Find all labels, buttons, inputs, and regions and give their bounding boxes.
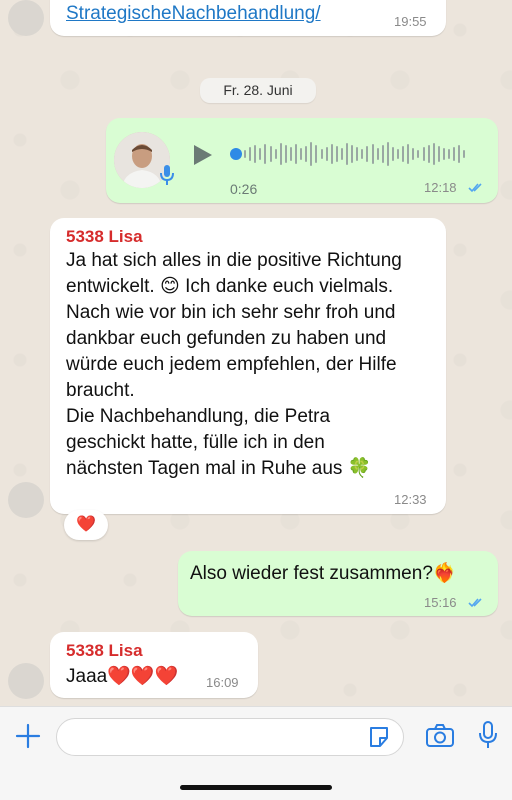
message-bubble-lisa[interactable]: 5338 Lisa Ja hat sich alles in die posit… [50, 218, 446, 514]
waveform-bar [366, 146, 369, 162]
waveform-bar [264, 144, 267, 164]
waveform-bar [432, 143, 435, 165]
waveform-bar [315, 145, 318, 163]
sender-avatar[interactable] [8, 663, 44, 699]
message-time: 19:55 [394, 14, 427, 29]
message-bubble-lisa-short[interactable]: 5338 Lisa Jaaa❤️❤️❤️ 16:09 [50, 632, 258, 698]
waveform-bar [381, 145, 384, 163]
message-time: 15:16 [424, 595, 457, 610]
waveform-bar [249, 147, 252, 161]
waveform-bar [254, 145, 257, 163]
plus-icon[interactable] [15, 723, 41, 749]
play-icon[interactable] [192, 143, 214, 167]
waveform-bar [279, 143, 282, 165]
message-bubble-outgoing[interactable]: Also wieder fest zusammen?❤️‍🔥 15:16 [178, 551, 498, 616]
message-time: 16:09 [206, 675, 239, 690]
waveform-bar [361, 149, 364, 159]
waveform-bar [325, 147, 328, 161]
waveform-bar [269, 146, 272, 162]
waveform-bar [305, 146, 308, 162]
waveform-bar [259, 148, 262, 160]
waveform-bar [284, 145, 287, 163]
message-input-field[interactable] [71, 726, 351, 748]
voice-duration: 0:26 [230, 181, 258, 197]
waveform-bar [437, 146, 440, 162]
message-text: Ja hat sich alles in die positive Richtu… [66, 250, 402, 479]
message-text: Also wieder fest zusammen?❤️‍🔥 [190, 563, 457, 584]
waveform-bar [289, 147, 292, 161]
message-input[interactable] [56, 718, 404, 756]
waveform-bar [442, 148, 445, 160]
waveform-bar [356, 147, 359, 161]
waveform-bar [407, 144, 410, 164]
waveform-bar [330, 144, 333, 164]
waveform-bar [412, 148, 415, 160]
message-text: Jaaa❤️❤️❤️ [66, 666, 179, 687]
sender-avatar[interactable] [8, 0, 44, 36]
read-ticks-icon [468, 598, 482, 608]
waveform-bar [371, 144, 374, 164]
waveform-bar [391, 147, 394, 161]
chat-area[interactable]: StrategischeNachbehandlung/ 19:55 Fr. 28… [0, 0, 512, 706]
reaction-badge[interactable]: ❤️ [64, 510, 108, 540]
waveform-bar [463, 150, 466, 158]
waveform-bar [458, 145, 461, 163]
waveform-bar [320, 149, 323, 159]
date-separator: Fr. 28. Juni [200, 78, 316, 103]
home-indicator [180, 785, 332, 790]
voice-message-bubble[interactable]: 0:26 12:18 [106, 118, 498, 203]
waveform-bar [386, 142, 389, 166]
waveform-bar [244, 150, 246, 158]
waveform-bar [397, 149, 399, 159]
waveform-bar [417, 150, 420, 158]
waveform-bar [351, 145, 354, 163]
waveform-bar [453, 147, 456, 161]
waveform-bar [295, 144, 297, 164]
waveform-bar [335, 146, 338, 162]
message-link[interactable]: StrategischeNachbehandlung/ [66, 3, 321, 25]
sender-name[interactable]: 5338 Lisa [66, 227, 143, 247]
waveform-bar [402, 146, 405, 162]
composer-bar [0, 706, 512, 800]
heart-reaction: ❤️ [76, 516, 96, 533]
waveform-bar [376, 148, 379, 160]
waveform-bar [448, 149, 450, 159]
waveform-bar [310, 142, 313, 166]
waveform-bar [422, 147, 425, 161]
waveform-bar [346, 143, 348, 165]
sender-name[interactable]: 5338 Lisa [66, 641, 143, 661]
waveform-bar [300, 148, 303, 160]
microphone-icon [160, 165, 174, 185]
waveform-bar [427, 145, 430, 163]
message-link-bubble[interactable]: StrategischeNachbehandlung/ 19:55 [50, 0, 446, 36]
waveform-bar [340, 148, 343, 160]
message-time: 12:18 [424, 180, 457, 195]
waveform-bar [274, 149, 277, 159]
sender-avatar[interactable] [8, 482, 44, 518]
camera-icon[interactable] [425, 723, 455, 749]
microphone-icon[interactable] [478, 720, 498, 750]
read-ticks-icon [468, 183, 482, 193]
message-time: 12:33 [394, 492, 427, 507]
sticker-icon[interactable] [367, 725, 391, 749]
voice-waveform[interactable] [244, 138, 474, 170]
voice-progress-dot[interactable] [230, 148, 242, 160]
